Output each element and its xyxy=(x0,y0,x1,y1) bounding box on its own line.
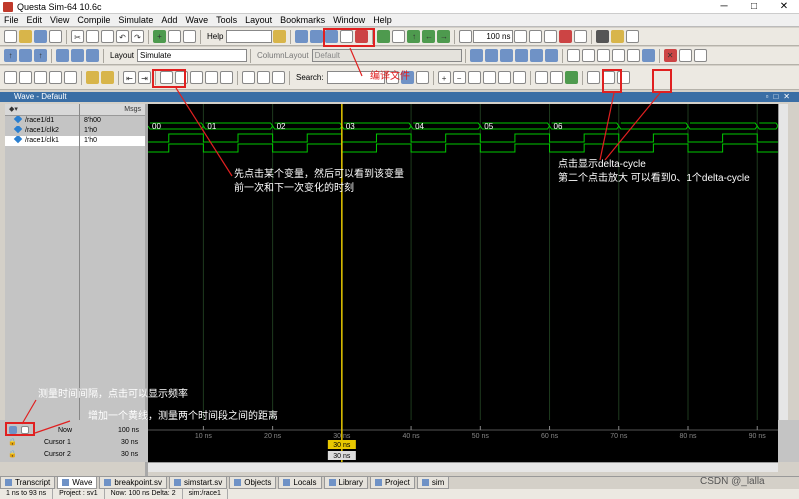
annotation-measure: 测量时间间隔，点击可以显示频率 xyxy=(38,389,188,400)
delta-arrow-2 xyxy=(604,92,661,161)
cursor-arrow xyxy=(34,420,71,434)
annotation-compile: 编译文件 xyxy=(370,71,410,82)
measure-arrow xyxy=(21,399,37,425)
annotation-click-var-1: 先点击某个变量，然后可以看到该变量 xyxy=(234,169,404,180)
annotation-cursor: 增加一个黄线，测量两个时间段之间的距离 xyxy=(88,411,278,422)
transition-arrow xyxy=(175,87,233,177)
delta-arrow-1 xyxy=(599,92,615,161)
annotation-delta-2: 第二个点击放大 可以看到0、1个delta-cycle xyxy=(558,173,750,184)
annotation-click-var-2: 前一次和下一次变化的时刻 xyxy=(234,183,354,194)
questa-sim-window: Questa Sim-64 10.6c ─ □ ✕ File Edit View… xyxy=(0,0,799,499)
annotation-delta-1: 点击显示delta-cycle xyxy=(558,159,646,170)
compile-arrow xyxy=(349,47,363,77)
